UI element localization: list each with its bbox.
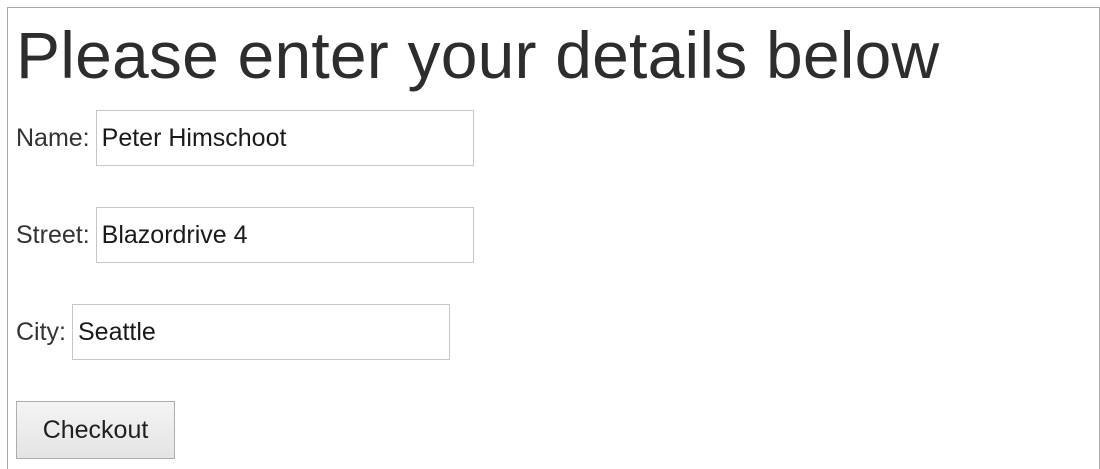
name-input[interactable] (95, 110, 474, 166)
page-title: Please enter your details below (16, 18, 940, 92)
city-label: City: (16, 317, 66, 346)
name-row: Name: (16, 110, 474, 166)
city-input[interactable] (72, 304, 450, 360)
name-label: Name: (16, 123, 90, 152)
street-input[interactable] (95, 207, 474, 263)
city-row: City: (16, 304, 450, 360)
checkout-button[interactable]: Checkout (16, 401, 175, 459)
street-label: Street: (16, 220, 90, 249)
street-row: Street: (16, 207, 474, 263)
